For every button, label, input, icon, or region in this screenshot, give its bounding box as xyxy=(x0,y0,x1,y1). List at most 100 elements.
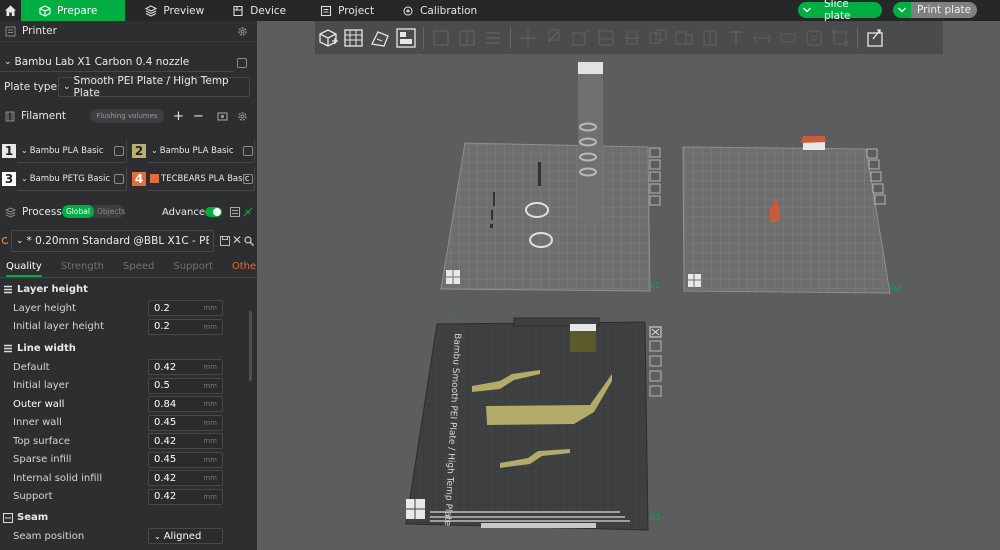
filament-slot-3[interactable]: 3 ⌄ Bambu PETG Basic xyxy=(1,167,128,191)
gear-icon[interactable] xyxy=(237,111,248,122)
gear-icon[interactable] xyxy=(237,26,248,37)
process-preset-name: * 0.20mm Standard @BBL X1C - PETG sup... xyxy=(26,235,209,247)
param-value-input[interactable]: 0.2 mm xyxy=(148,300,223,317)
plate-03[interactable]: ⟋ Bambu Smooth PEI Plate / High Temp Pla… xyxy=(405,310,660,531)
process-section-header: Process Global Objects Advanced xyxy=(0,202,257,222)
global-option[interactable]: Global xyxy=(62,205,94,218)
tab-device-label: Device xyxy=(250,4,287,17)
group-seam: Seam xyxy=(0,508,245,527)
global-objects-toggle[interactable]: Global Objects xyxy=(62,205,125,218)
chevron-down-icon: ⌄ xyxy=(4,56,12,67)
chevron-down-icon[interactable] xyxy=(798,2,816,18)
param-value-input[interactable]: 0.45 mm xyxy=(148,451,223,468)
tab-strength[interactable]: Strength xyxy=(61,261,104,277)
seam-position-select[interactable]: ⌄ Aligned xyxy=(148,528,223,545)
edit-icon[interactable] xyxy=(243,174,253,184)
edit-icon[interactable] xyxy=(237,58,247,68)
tab-prepare-label: Prepare xyxy=(57,4,98,17)
close-icon[interactable]: ✕ xyxy=(232,233,242,247)
param-value-input[interactable]: 0.42 mm xyxy=(148,359,223,376)
filament-2-select[interactable]: ⌄ Bambu PLA Basic xyxy=(147,139,255,163)
process-tabs: Quality Strength Speed Support Others xyxy=(0,261,257,277)
tab-speed[interactable]: Speed xyxy=(123,261,154,277)
print-plate-button[interactable]: Print plate xyxy=(893,2,977,18)
tab-device[interactable]: Device xyxy=(218,0,300,21)
filament-4-select[interactable]: TECBEARS PLA Basic xyxy=(147,167,255,191)
plate-02-number: 02 xyxy=(891,284,901,293)
filament-1-select[interactable]: ⌄ Bambu PLA Basic xyxy=(17,139,127,163)
tab-others[interactable]: Others xyxy=(232,261,257,277)
edit-icon[interactable] xyxy=(114,174,124,184)
home-button[interactable] xyxy=(0,0,21,21)
slice-plate-label: Slice plate xyxy=(816,0,882,22)
param-label: Support xyxy=(13,491,53,503)
plate-03-controls[interactable] xyxy=(649,326,662,397)
3d-viewport[interactable]: ⟋ 01 ⟋ 02 ⟋ Bambu Smooth PEI Plate / Hig… xyxy=(257,21,1000,550)
printer-icon xyxy=(5,26,16,36)
tab-project[interactable]: Project xyxy=(300,0,388,21)
slice-plate-button[interactable]: Slice plate xyxy=(798,0,882,22)
param-value: 0.42 xyxy=(154,472,177,484)
group-seam-title: Seam xyxy=(17,512,49,523)
compare-icon[interactable] xyxy=(230,207,240,217)
reset-arrow-icon[interactable] xyxy=(1,236,9,246)
tab-prepare[interactable]: Prepare xyxy=(21,0,126,21)
edit-icon[interactable] xyxy=(243,146,253,156)
tab-calibration[interactable]: Calibration xyxy=(388,0,491,21)
device-icon xyxy=(233,5,243,16)
param-value-input[interactable]: 0.45 mm xyxy=(148,414,223,431)
tower-object[interactable] xyxy=(578,62,603,220)
plate-type-select[interactable]: ⌄ Smooth PEI Plate / High Temp Plate xyxy=(58,75,250,99)
filament-3-name: Bambu PETG Basic xyxy=(29,173,110,184)
printer-select[interactable]: ⌄ Bambu Lab X1 Carbon 0.4 nozzle xyxy=(0,52,235,72)
flushing-volumes-button[interactable]: Flushing volumes xyxy=(90,109,164,123)
red-object[interactable] xyxy=(770,206,780,222)
param-value-input[interactable]: 0.2 mm xyxy=(148,318,223,335)
param-value-input[interactable]: 0.84 mm xyxy=(148,396,223,413)
line-width-icon xyxy=(4,344,12,353)
plate-01-controls[interactable] xyxy=(649,147,661,206)
cube-icon xyxy=(39,4,51,17)
filament-slot-1[interactable]: 1 ⌄ Bambu PLA Basic xyxy=(1,139,128,163)
chevron-down-icon: ⌄ xyxy=(154,531,161,541)
param-value: 0.2 xyxy=(154,302,170,314)
param-value-input[interactable]: 0.5 mm xyxy=(148,377,223,394)
process-preset-select[interactable]: ⌄ * 0.20mm Standard @BBL X1C - PETG sup.… xyxy=(11,230,214,252)
param-value-input[interactable]: 0.42 mm xyxy=(148,470,223,487)
tab-quality[interactable]: Quality xyxy=(6,261,42,277)
filament-slot-4[interactable]: 4 TECBEARS PLA Basic xyxy=(131,167,257,191)
param-row: Outer wall 0.84 mm xyxy=(0,395,245,414)
plate-01[interactable]: ⟋ 01 xyxy=(440,62,660,292)
search-icon[interactable] xyxy=(244,236,254,246)
param-value: 0.42 xyxy=(154,435,177,447)
edit-icon[interactable] xyxy=(114,146,124,156)
filament-3-select[interactable]: ⌄ Bambu PETG Basic xyxy=(17,167,127,191)
layer-height-icon xyxy=(4,285,12,294)
add-filament-icon[interactable]: + xyxy=(173,109,184,124)
save-icon[interactable] xyxy=(220,236,230,246)
brush-icon[interactable] xyxy=(243,207,253,217)
sync-icon[interactable] xyxy=(217,111,228,122)
filament-section-header: Filament Flushing volumes + − xyxy=(0,106,257,126)
filament-slot-2[interactable]: 2 ⌄ Bambu PLA Basic xyxy=(131,139,257,163)
advanced-toggle[interactable] xyxy=(205,207,222,217)
settings-sidebar: Printer ⌄ Bambu Lab X1 Carbon 0.4 nozzle… xyxy=(0,21,257,550)
tab-preview[interactable]: Preview xyxy=(125,0,218,21)
param-value: 0.2 xyxy=(154,321,170,333)
remove-filament-icon[interactable]: − xyxy=(193,109,204,124)
objects-option[interactable]: Objects xyxy=(94,207,125,216)
param-value-input[interactable]: 0.42 mm xyxy=(148,488,223,505)
filament-1-number: 1 xyxy=(2,144,16,158)
param-value-input[interactable]: 0.42 mm xyxy=(148,433,223,450)
param-unit: mm xyxy=(203,418,217,427)
advanced-label: Advanced xyxy=(162,206,212,218)
tab-calibration-label: Calibration xyxy=(420,4,478,17)
params-scrollbar[interactable] xyxy=(249,311,252,381)
param-value: 0.42 xyxy=(154,361,177,373)
tab-support[interactable]: Support xyxy=(173,261,213,277)
param-row: Seam position ⌄ Aligned xyxy=(0,527,245,546)
chevron-down-icon[interactable] xyxy=(893,2,911,18)
filament-3-number: 3 xyxy=(2,172,16,186)
project-icon xyxy=(321,5,332,16)
filament-1-name: Bambu PLA Basic xyxy=(29,145,104,156)
